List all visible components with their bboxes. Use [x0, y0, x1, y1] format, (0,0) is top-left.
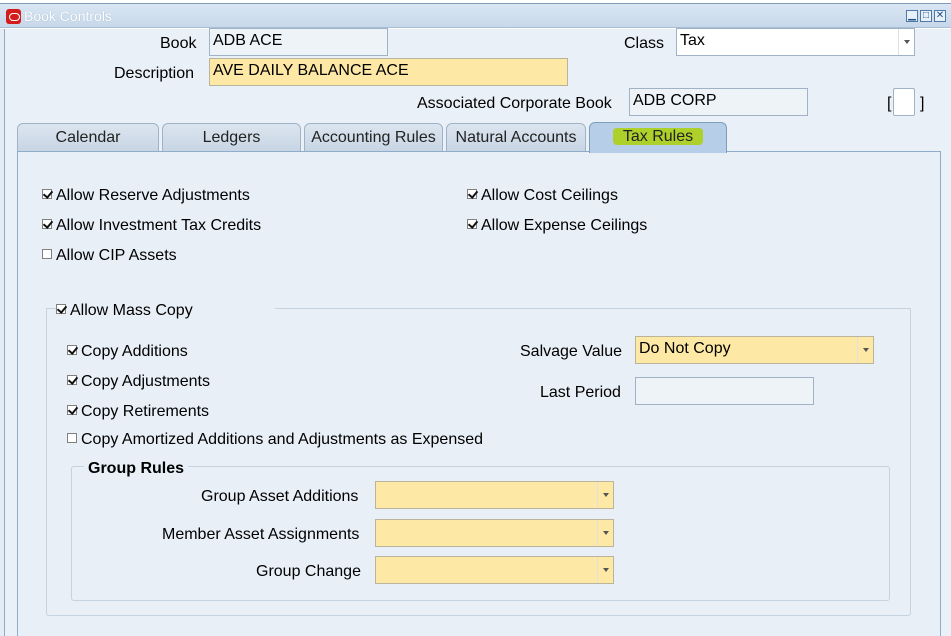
group-change-label: Group Change — [256, 563, 361, 580]
salvage-value-value: Do Not Copy — [639, 340, 731, 357]
tab-ledgers[interactable]: Ledgers — [162, 123, 301, 153]
group-change-select[interactable] — [375, 556, 614, 584]
allow-cip-assets-label: Allow CIP Assets — [56, 247, 177, 264]
allow-mass-copy-checkbox[interactable] — [56, 304, 66, 314]
title-bar: Book Controls ▁ □ ✕ — [0, 0, 951, 29]
description-field[interactable]: AVE DAILY BALANCE ACE — [209, 58, 568, 86]
class-value: Tax — [680, 32, 705, 49]
mass-copy-group-top-border-left — [46, 308, 56, 309]
allow-expense-ceilings-checkbox[interactable] — [467, 219, 477, 229]
tab-accounting-rules[interactable]: Accounting Rules — [304, 123, 443, 153]
group-asset-additions-label: Group Asset Additions — [201, 488, 359, 505]
maximize-icon[interactable]: □ — [920, 10, 932, 22]
allow-investment-tax-credits-label: Allow Investment Tax Credits — [56, 217, 262, 234]
description-label: Description — [114, 65, 195, 82]
salvage-value-select[interactable]: Do Not Copy — [635, 336, 874, 364]
chevron-down-icon[interactable] — [898, 29, 914, 55]
close-icon[interactable]: ✕ — [934, 10, 946, 22]
window-title: Book Controls — [24, 8, 112, 24]
copy-retirements-label: Copy Retirements — [81, 403, 210, 420]
chevron-down-icon[interactable] — [857, 337, 873, 363]
copy-additions-checkbox[interactable] — [67, 345, 77, 355]
copy-additions-label: Copy Additions — [81, 343, 188, 360]
copy-amortized-label: Copy Amortized Additions and Adjustments… — [81, 431, 484, 448]
allow-cost-ceilings-label: Allow Cost Ceilings — [481, 187, 618, 204]
allow-reserve-adjustments-label: Allow Reserve Adjustments — [56, 187, 250, 204]
chevron-down-icon[interactable] — [597, 557, 613, 583]
book-label: Book — [160, 35, 197, 52]
copy-adjustments-label: Copy Adjustments — [81, 373, 210, 390]
group-asset-additions-select[interactable] — [375, 481, 614, 509]
mass-copy-group-top-border — [275, 308, 911, 309]
descriptive-flexfield-button[interactable] — [893, 88, 915, 116]
allow-mass-copy-label: Allow Mass Copy — [70, 302, 193, 319]
last-period-field[interactable] — [635, 377, 814, 405]
allow-cip-assets-checkbox[interactable] — [42, 249, 52, 259]
member-asset-assignments-label: Member Asset Assignments — [162, 526, 360, 543]
tab-tax-rules-label: Tax Rules — [612, 128, 704, 145]
flexfield-close-bracket: ] — [920, 95, 925, 112]
member-asset-assignments-select[interactable] — [375, 519, 614, 547]
allow-expense-ceilings-label: Allow Expense Ceilings — [481, 217, 648, 234]
book-field[interactable]: ADB ACE — [209, 28, 388, 56]
title-bar-band: Book Controls ▁ □ ✕ — [0, 3, 951, 28]
oracle-app-icon[interactable] — [6, 9, 21, 24]
copy-amortized-checkbox[interactable] — [67, 433, 77, 443]
tab-natural-accounts[interactable]: Natural Accounts — [446, 123, 586, 153]
minimize-icon[interactable]: ▁ — [906, 10, 918, 22]
last-period-label: Last Period — [540, 384, 621, 401]
class-select[interactable]: Tax — [676, 28, 915, 56]
allow-investment-tax-credits-checkbox[interactable] — [42, 219, 52, 229]
chevron-down-icon[interactable] — [597, 520, 613, 546]
tab-calendar[interactable]: Calendar — [17, 123, 159, 153]
group-rules-title: Group Rules — [84, 460, 189, 478]
tab-tax-rules[interactable]: Tax Rules — [589, 122, 727, 153]
copy-adjustments-checkbox[interactable] — [67, 375, 77, 385]
class-label: Class — [624, 35, 665, 52]
salvage-value-label: Salvage Value — [520, 343, 622, 360]
associated-corporate-book-label: Associated Corporate Book — [417, 95, 612, 112]
allow-reserve-adjustments-checkbox[interactable] — [42, 189, 52, 199]
allow-cost-ceilings-checkbox[interactable] — [467, 189, 477, 199]
copy-retirements-checkbox[interactable] — [67, 405, 77, 415]
flexfield-open-bracket: [ — [887, 95, 892, 112]
chevron-down-icon[interactable] — [597, 482, 613, 508]
associated-corporate-book-field[interactable]: ADB CORP — [629, 88, 808, 116]
